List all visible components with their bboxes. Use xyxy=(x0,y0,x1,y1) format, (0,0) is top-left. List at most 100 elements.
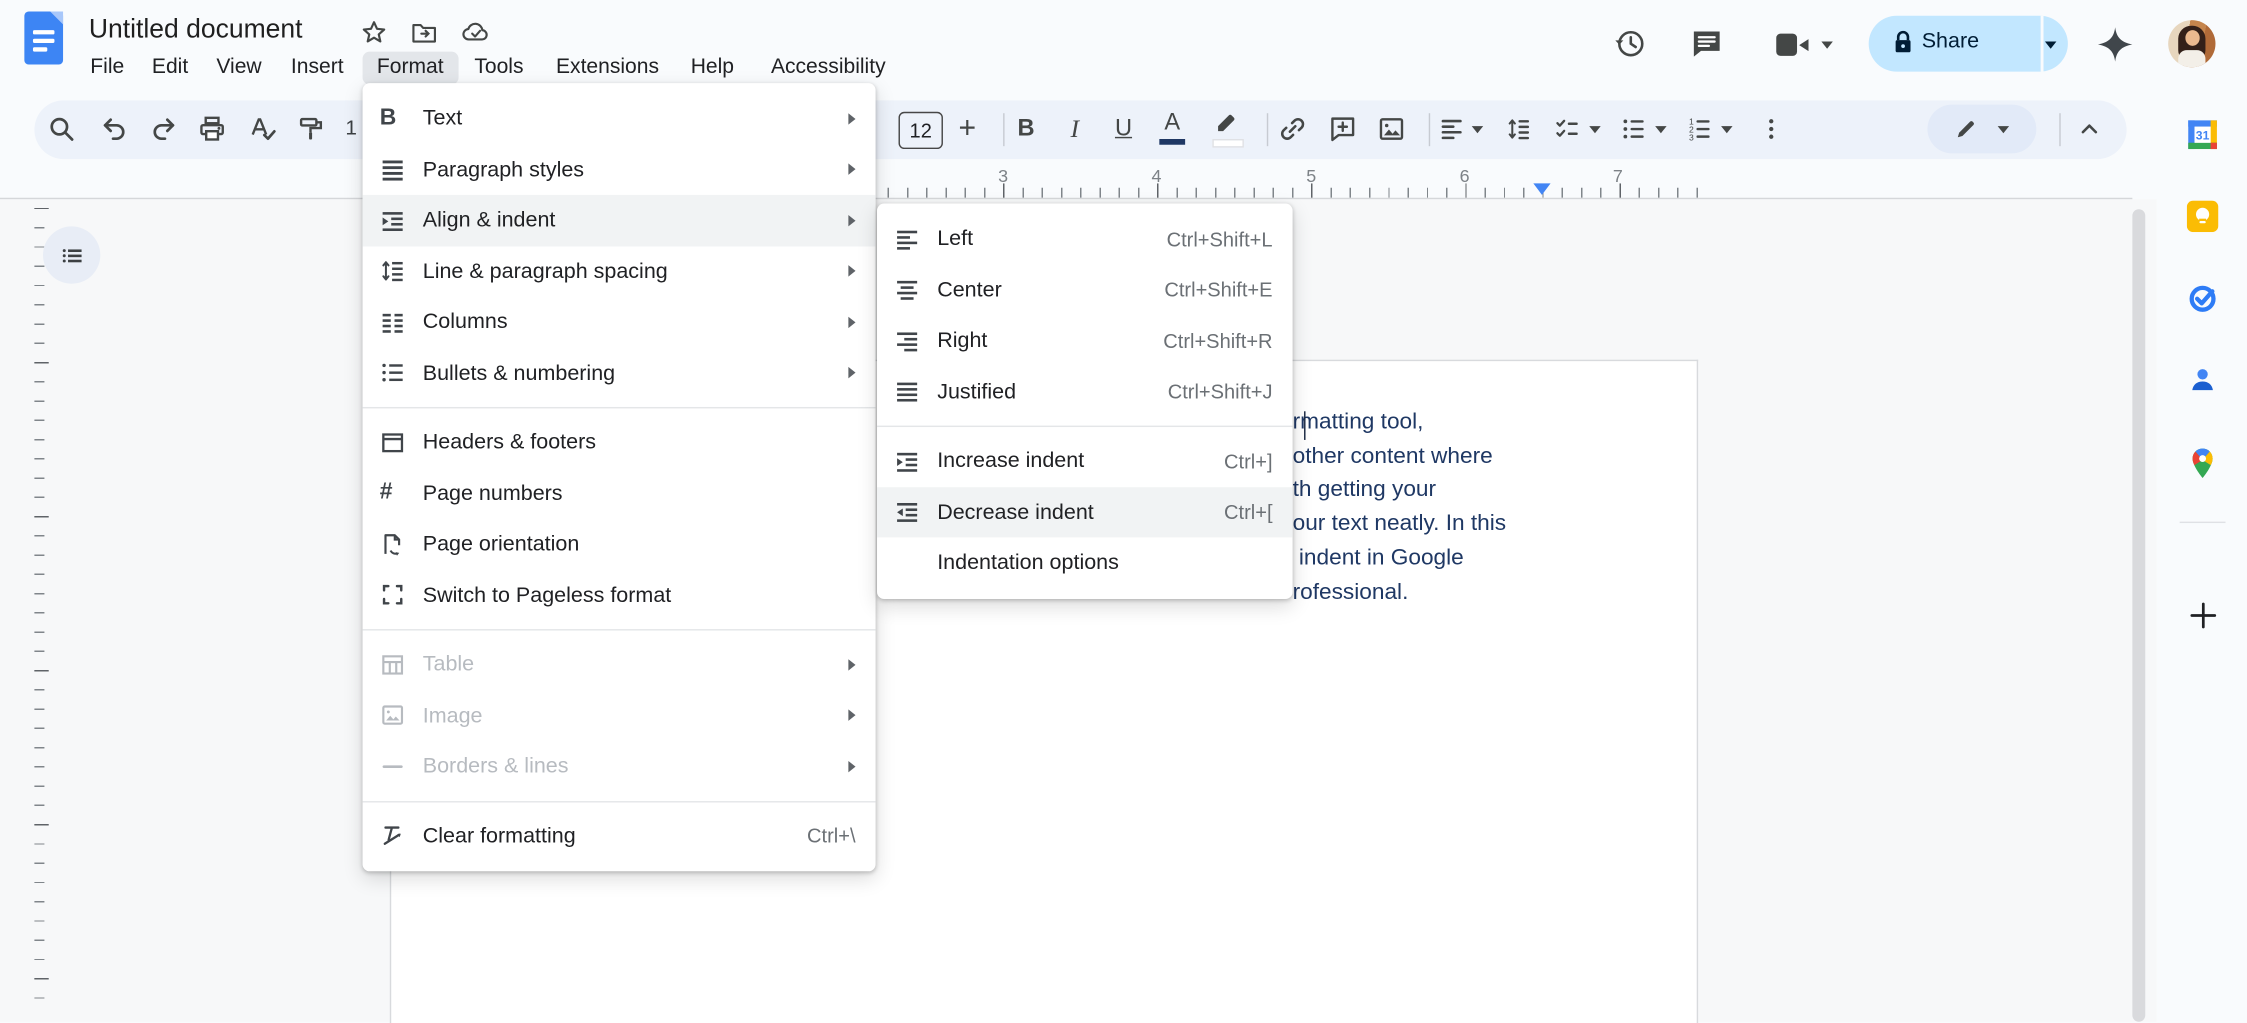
submenu-item-left[interactable]: Left Ctrl+Shift+L xyxy=(877,214,1293,265)
move-folder-icon[interactable] xyxy=(410,19,439,48)
menu-item-line-spacing[interactable]: Line & paragraph spacing xyxy=(363,246,876,297)
menu-format[interactable]: Format xyxy=(363,52,458,85)
doc-text-line[interactable]: rmatting tool, xyxy=(1293,406,1424,440)
doc-text-line[interactable]: our text neatly. In this xyxy=(1293,507,1507,541)
menu-item-pageless[interactable]: Switch to Pageless format xyxy=(363,570,876,621)
menu-separator xyxy=(363,629,876,630)
submenu-item-decrease-indent[interactable]: Decrease indent Ctrl+[ xyxy=(877,487,1293,538)
insert-link-icon[interactable] xyxy=(1278,115,1307,144)
vertical-scrollbar[interactable] xyxy=(2132,209,2145,1022)
meet-dropdown-caret-icon[interactable] xyxy=(1821,42,1832,49)
gemini-sparkle-icon[interactable] xyxy=(2097,26,2134,63)
menu-edit[interactable]: Edit xyxy=(138,52,203,85)
menu-item-align-indent[interactable]: Align & indent xyxy=(363,195,876,246)
maps-icon[interactable] xyxy=(2188,447,2217,481)
columns-icon xyxy=(380,309,423,335)
highlight-color-icon[interactable] xyxy=(1214,112,1240,133)
spell-check-icon[interactable] xyxy=(248,115,277,144)
menu-insert[interactable]: Insert xyxy=(277,52,358,85)
show-outline-button[interactable] xyxy=(43,226,100,283)
submenu-arrow-icon xyxy=(848,164,855,175)
font-size-value[interactable]: 12 xyxy=(899,112,943,149)
underline-icon[interactable]: U xyxy=(1115,115,1132,142)
doc-text-line[interactable]: other content where xyxy=(1293,439,1493,473)
submenu-item-increase-indent[interactable]: Increase indent Ctrl+] xyxy=(877,436,1293,487)
redo-icon[interactable] xyxy=(149,115,178,144)
insert-image-icon[interactable] xyxy=(1377,115,1406,144)
menu-item-borders-lines: Borders & lines xyxy=(363,741,876,792)
bulleted-list-icon[interactable] xyxy=(1621,116,1647,142)
align-justify-icon xyxy=(894,379,937,405)
version-history-icon[interactable] xyxy=(1612,26,1648,62)
menu-item-page-numbers[interactable]: # Page numbers xyxy=(363,468,876,519)
doc-text-line[interactable]: th getting your xyxy=(1293,473,1436,507)
share-button-label: Share xyxy=(1922,29,1979,53)
hide-menus-chevron-icon[interactable] xyxy=(2076,116,2102,142)
account-avatar[interactable] xyxy=(2168,20,2215,67)
doc-text-line[interactable]: rofessional. xyxy=(1293,575,1409,609)
menu-extensions[interactable]: Extensions xyxy=(542,52,674,85)
font-size-increase-button[interactable]: + xyxy=(959,112,977,146)
paint-format-icon[interactable] xyxy=(297,115,326,144)
checklist-icon[interactable] xyxy=(1555,116,1581,142)
doc-text-line[interactable]: indent in Google xyxy=(1293,541,1464,575)
menu-file[interactable]: File xyxy=(76,52,139,85)
zoom-control-partial[interactable]: 1 xyxy=(345,118,358,144)
image-icon xyxy=(380,703,423,729)
menu-tools[interactable]: Tools xyxy=(460,52,538,85)
get-addons-plus-icon[interactable] xyxy=(2188,600,2218,630)
print-icon[interactable] xyxy=(198,115,227,144)
menu-item-clear-formatting[interactable]: Clear formatting Ctrl+\ xyxy=(363,810,876,861)
numbered-list-caret-icon[interactable] xyxy=(1721,126,1732,133)
bold-icon[interactable]: B xyxy=(1018,115,1035,142)
align-dropdown-caret-icon[interactable] xyxy=(1472,126,1483,133)
align-indent-submenu: Left Ctrl+Shift+L Center Ctrl+Shift+E Ri… xyxy=(877,203,1293,598)
tasks-icon[interactable] xyxy=(2187,282,2219,314)
keep-icon[interactable] xyxy=(2187,201,2219,233)
menu-help[interactable]: Help xyxy=(676,52,748,85)
checklist-caret-icon[interactable] xyxy=(1589,126,1600,133)
menu-item-page-orientation[interactable]: Page orientation xyxy=(363,519,876,570)
line-spacing-icon[interactable] xyxy=(1506,116,1532,142)
calendar-icon[interactable]: 31 xyxy=(2187,119,2219,151)
submenu-arrow-icon xyxy=(848,316,855,327)
bulleted-list-caret-icon[interactable] xyxy=(1655,126,1666,133)
decrease-indent-icon xyxy=(894,499,937,525)
meet-video-icon[interactable] xyxy=(1774,30,1811,60)
submenu-item-right[interactable]: Right Ctrl+Shift+R xyxy=(877,315,1293,366)
align-icon[interactable] xyxy=(1439,116,1465,142)
contacts-icon[interactable] xyxy=(2187,364,2219,396)
menu-separator xyxy=(363,407,876,408)
bold-text-icon: B xyxy=(380,106,423,132)
menu-item-paragraph-styles[interactable]: Paragraph styles xyxy=(363,144,876,195)
star-icon[interactable] xyxy=(360,19,389,48)
format-menu: B Text Paragraph styles Align & indent L… xyxy=(363,83,876,871)
editing-mode-button[interactable] xyxy=(1927,105,2036,154)
undo-icon[interactable] xyxy=(100,115,129,144)
comments-icon[interactable] xyxy=(1690,27,1724,61)
menu-view[interactable]: View xyxy=(202,52,276,85)
menu-item-table: Table xyxy=(363,639,876,690)
more-options-icon[interactable] xyxy=(1758,116,1784,142)
menu-item-columns[interactable]: Columns xyxy=(363,297,876,348)
text-color-icon[interactable]: A xyxy=(1164,110,1180,137)
share-dropdown-caret-icon[interactable] xyxy=(2045,42,2056,49)
docs-logo-fold xyxy=(50,11,63,24)
italic-icon[interactable]: I xyxy=(1070,114,1079,144)
submenu-item-center[interactable]: Center Ctrl+Shift+E xyxy=(877,264,1293,315)
dock-divider xyxy=(2180,522,2226,523)
numbered-list-icon[interactable]: 123 xyxy=(1687,116,1713,142)
submenu-item-indentation-options[interactable]: Indentation options xyxy=(877,537,1293,588)
add-comment-icon[interactable] xyxy=(1328,115,1357,144)
google-docs-logo[interactable] xyxy=(24,11,63,64)
indent-marker[interactable] xyxy=(1533,183,1550,194)
menu-item-bullets-numbering[interactable]: Bullets & numbering xyxy=(363,348,876,399)
menu-item-headers-footers[interactable]: Headers & footers xyxy=(363,417,876,468)
menu-accessibility[interactable]: Accessibility xyxy=(757,52,900,85)
submenu-item-justified[interactable]: Justified Ctrl+Shift+J xyxy=(877,366,1293,417)
search-menus-icon[interactable] xyxy=(47,115,76,144)
document-title[interactable]: Untitled document xyxy=(89,13,303,45)
menu-item-text[interactable]: B Text xyxy=(363,93,876,144)
submenu-arrow-icon xyxy=(848,265,855,276)
cloud-saved-icon[interactable] xyxy=(461,19,490,48)
